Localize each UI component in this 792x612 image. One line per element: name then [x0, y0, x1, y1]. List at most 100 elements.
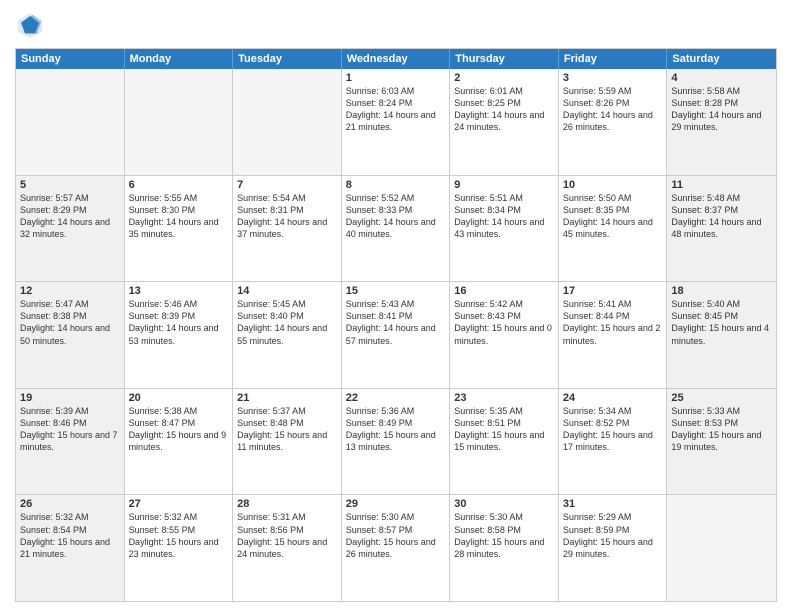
day-number: 3 [563, 72, 663, 84]
day-number: 4 [671, 72, 772, 84]
calendar-cell-25: 25Sunrise: 5:33 AM Sunset: 8:53 PM Dayli… [667, 389, 776, 495]
day-number: 22 [346, 392, 446, 404]
calendar-cell-8: 8Sunrise: 5:52 AM Sunset: 8:33 PM Daylig… [342, 176, 451, 282]
day-number: 11 [671, 179, 772, 191]
cell-info: Sunrise: 6:01 AM Sunset: 8:25 PM Dayligh… [454, 85, 554, 134]
calendar-cell-22: 22Sunrise: 5:36 AM Sunset: 8:49 PM Dayli… [342, 389, 451, 495]
cell-info: Sunrise: 5:52 AM Sunset: 8:33 PM Dayligh… [346, 192, 446, 241]
calendar-cell-18: 18Sunrise: 5:40 AM Sunset: 8:45 PM Dayli… [667, 282, 776, 388]
cell-info: Sunrise: 5:47 AM Sunset: 8:38 PM Dayligh… [20, 298, 120, 347]
weekday-header-thursday: Thursday [450, 49, 559, 69]
calendar-cell-5: 5Sunrise: 5:57 AM Sunset: 8:29 PM Daylig… [16, 176, 125, 282]
calendar-row-1: 5Sunrise: 5:57 AM Sunset: 8:29 PM Daylig… [16, 175, 776, 282]
cell-info: Sunrise: 5:38 AM Sunset: 8:47 PM Dayligh… [129, 405, 229, 454]
calendar-cell-29: 29Sunrise: 5:30 AM Sunset: 8:57 PM Dayli… [342, 495, 451, 601]
day-number: 1 [346, 72, 446, 84]
calendar-cell-empty [16, 69, 125, 175]
weekday-header-saturday: Saturday [667, 49, 776, 69]
cell-info: Sunrise: 5:32 AM Sunset: 8:55 PM Dayligh… [129, 511, 229, 560]
cell-info: Sunrise: 5:51 AM Sunset: 8:34 PM Dayligh… [454, 192, 554, 241]
cell-info: Sunrise: 5:59 AM Sunset: 8:26 PM Dayligh… [563, 85, 663, 134]
cell-info: Sunrise: 5:41 AM Sunset: 8:44 PM Dayligh… [563, 298, 663, 347]
cell-info: Sunrise: 5:35 AM Sunset: 8:51 PM Dayligh… [454, 405, 554, 454]
calendar-row-2: 12Sunrise: 5:47 AM Sunset: 8:38 PM Dayli… [16, 281, 776, 388]
calendar: SundayMondayTuesdayWednesdayThursdayFrid… [15, 48, 777, 602]
day-number: 30 [454, 498, 554, 510]
day-number: 21 [237, 392, 337, 404]
cell-info: Sunrise: 5:57 AM Sunset: 8:29 PM Dayligh… [20, 192, 120, 241]
weekday-header-wednesday: Wednesday [342, 49, 451, 69]
calendar-cell-20: 20Sunrise: 5:38 AM Sunset: 8:47 PM Dayli… [125, 389, 234, 495]
day-number: 24 [563, 392, 663, 404]
calendar-cell-11: 11Sunrise: 5:48 AM Sunset: 8:37 PM Dayli… [667, 176, 776, 282]
calendar-cell-28: 28Sunrise: 5:31 AM Sunset: 8:56 PM Dayli… [233, 495, 342, 601]
logo-icon [15, 10, 45, 40]
cell-info: Sunrise: 5:50 AM Sunset: 8:35 PM Dayligh… [563, 192, 663, 241]
cell-info: Sunrise: 5:55 AM Sunset: 8:30 PM Dayligh… [129, 192, 229, 241]
calendar-header: SundayMondayTuesdayWednesdayThursdayFrid… [16, 49, 776, 69]
page: SundayMondayTuesdayWednesdayThursdayFrid… [0, 0, 792, 612]
day-number: 10 [563, 179, 663, 191]
calendar-cell-empty [233, 69, 342, 175]
calendar-cell-9: 9Sunrise: 5:51 AM Sunset: 8:34 PM Daylig… [450, 176, 559, 282]
cell-info: Sunrise: 5:29 AM Sunset: 8:59 PM Dayligh… [563, 511, 663, 560]
day-number: 5 [20, 179, 120, 191]
calendar-row-3: 19Sunrise: 5:39 AM Sunset: 8:46 PM Dayli… [16, 388, 776, 495]
day-number: 18 [671, 285, 772, 297]
day-number: 31 [563, 498, 663, 510]
cell-info: Sunrise: 5:58 AM Sunset: 8:28 PM Dayligh… [671, 85, 772, 134]
calendar-cell-14: 14Sunrise: 5:45 AM Sunset: 8:40 PM Dayli… [233, 282, 342, 388]
day-number: 28 [237, 498, 337, 510]
day-number: 19 [20, 392, 120, 404]
calendar-cell-6: 6Sunrise: 5:55 AM Sunset: 8:30 PM Daylig… [125, 176, 234, 282]
calendar-cell-21: 21Sunrise: 5:37 AM Sunset: 8:48 PM Dayli… [233, 389, 342, 495]
calendar-row-0: 1Sunrise: 6:03 AM Sunset: 8:24 PM Daylig… [16, 69, 776, 175]
day-number: 14 [237, 285, 337, 297]
day-number: 9 [454, 179, 554, 191]
cell-info: Sunrise: 5:34 AM Sunset: 8:52 PM Dayligh… [563, 405, 663, 454]
day-number: 20 [129, 392, 229, 404]
weekday-header-monday: Monday [125, 49, 234, 69]
weekday-header-tuesday: Tuesday [233, 49, 342, 69]
cell-info: Sunrise: 5:36 AM Sunset: 8:49 PM Dayligh… [346, 405, 446, 454]
day-number: 26 [20, 498, 120, 510]
day-number: 17 [563, 285, 663, 297]
day-number: 12 [20, 285, 120, 297]
day-number: 2 [454, 72, 554, 84]
calendar-cell-23: 23Sunrise: 5:35 AM Sunset: 8:51 PM Dayli… [450, 389, 559, 495]
cell-info: Sunrise: 5:54 AM Sunset: 8:31 PM Dayligh… [237, 192, 337, 241]
cell-info: Sunrise: 5:30 AM Sunset: 8:57 PM Dayligh… [346, 511, 446, 560]
calendar-row-4: 26Sunrise: 5:32 AM Sunset: 8:54 PM Dayli… [16, 494, 776, 601]
calendar-cell-17: 17Sunrise: 5:41 AM Sunset: 8:44 PM Dayli… [559, 282, 668, 388]
day-number: 7 [237, 179, 337, 191]
calendar-cell-15: 15Sunrise: 5:43 AM Sunset: 8:41 PM Dayli… [342, 282, 451, 388]
calendar-cell-24: 24Sunrise: 5:34 AM Sunset: 8:52 PM Dayli… [559, 389, 668, 495]
cell-info: Sunrise: 6:03 AM Sunset: 8:24 PM Dayligh… [346, 85, 446, 134]
cell-info: Sunrise: 5:37 AM Sunset: 8:48 PM Dayligh… [237, 405, 337, 454]
calendar-cell-27: 27Sunrise: 5:32 AM Sunset: 8:55 PM Dayli… [125, 495, 234, 601]
calendar-cell-13: 13Sunrise: 5:46 AM Sunset: 8:39 PM Dayli… [125, 282, 234, 388]
cell-info: Sunrise: 5:45 AM Sunset: 8:40 PM Dayligh… [237, 298, 337, 347]
calendar-cell-3: 3Sunrise: 5:59 AM Sunset: 8:26 PM Daylig… [559, 69, 668, 175]
calendar-cell-1: 1Sunrise: 6:03 AM Sunset: 8:24 PM Daylig… [342, 69, 451, 175]
cell-info: Sunrise: 5:40 AM Sunset: 8:45 PM Dayligh… [671, 298, 772, 347]
cell-info: Sunrise: 5:43 AM Sunset: 8:41 PM Dayligh… [346, 298, 446, 347]
calendar-cell-26: 26Sunrise: 5:32 AM Sunset: 8:54 PM Dayli… [16, 495, 125, 601]
day-number: 23 [454, 392, 554, 404]
weekday-header-sunday: Sunday [16, 49, 125, 69]
weekday-header-friday: Friday [559, 49, 668, 69]
day-number: 13 [129, 285, 229, 297]
day-number: 6 [129, 179, 229, 191]
cell-info: Sunrise: 5:30 AM Sunset: 8:58 PM Dayligh… [454, 511, 554, 560]
cell-info: Sunrise: 5:42 AM Sunset: 8:43 PM Dayligh… [454, 298, 554, 347]
cell-info: Sunrise: 5:31 AM Sunset: 8:56 PM Dayligh… [237, 511, 337, 560]
calendar-cell-10: 10Sunrise: 5:50 AM Sunset: 8:35 PM Dayli… [559, 176, 668, 282]
header [15, 10, 777, 40]
day-number: 8 [346, 179, 446, 191]
calendar-cell-31: 31Sunrise: 5:29 AM Sunset: 8:59 PM Dayli… [559, 495, 668, 601]
calendar-cell-2: 2Sunrise: 6:01 AM Sunset: 8:25 PM Daylig… [450, 69, 559, 175]
cell-info: Sunrise: 5:33 AM Sunset: 8:53 PM Dayligh… [671, 405, 772, 454]
cell-info: Sunrise: 5:46 AM Sunset: 8:39 PM Dayligh… [129, 298, 229, 347]
calendar-body: 1Sunrise: 6:03 AM Sunset: 8:24 PM Daylig… [16, 69, 776, 601]
calendar-cell-empty [667, 495, 776, 601]
